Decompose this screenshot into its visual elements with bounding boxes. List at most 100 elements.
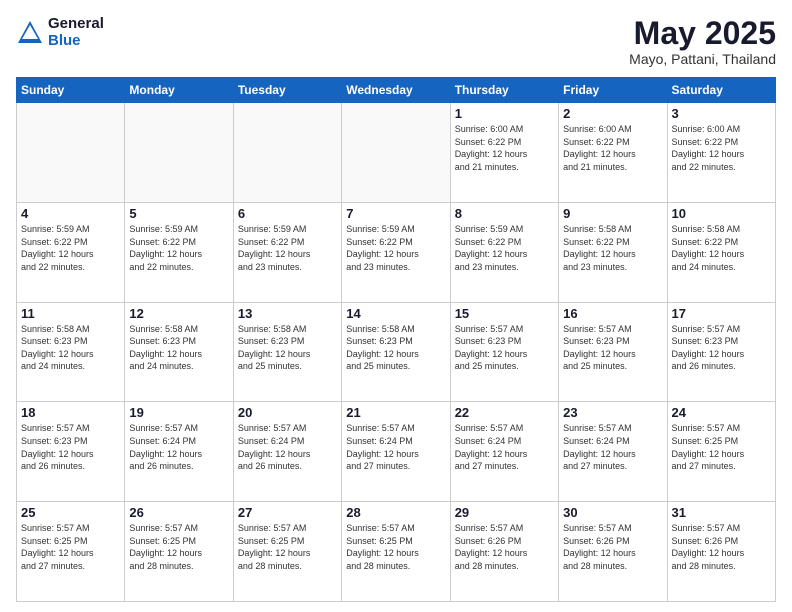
main-title: May 2025 [629,16,776,51]
calendar-day-cell: 8Sunrise: 5:59 AM Sunset: 6:22 PM Daylig… [450,202,558,302]
day-info: Sunrise: 5:57 AM Sunset: 6:24 PM Dayligh… [129,422,228,472]
day-info: Sunrise: 5:57 AM Sunset: 6:24 PM Dayligh… [238,422,337,472]
calendar-day-cell: 7Sunrise: 5:59 AM Sunset: 6:22 PM Daylig… [342,202,450,302]
calendar-day-cell: 28 Sunrise: 5:57 AM Sunset: 6:25 PM Dayli… [342,502,450,602]
calendar-day-header: Sunday [17,78,125,103]
day-number: 16 [563,306,662,321]
day-info: Sunrise: 6:00 AM Sunset: 6:22 PM Dayligh… [672,123,771,173]
calendar-day-cell: 1 Sunrise: 6:00 AM Sunset: 6:22 PM Daylig… [450,103,558,203]
day-info: Sunrise: 5:57 AM Sunset: 6:23 PM Dayligh… [21,422,120,472]
day-info: Sunrise: 5:57 AM Sunset: 6:25 PM Dayligh… [21,522,120,572]
calendar-day-cell [17,103,125,203]
day-info: Sunrise: 5:59 AM Sunset: 6:22 PM Dayligh… [21,223,120,273]
day-info: Sunrise: 5:58 AM Sunset: 6:23 PM Dayligh… [21,323,120,373]
calendar-day-cell: 30 Sunrise: 5:57 AM Sunset: 6:26 PM Dayli… [559,502,667,602]
logo-icon [16,19,44,47]
day-number: 30 [563,505,662,520]
day-info: Sunrise: 6:00 AM Sunset: 6:22 PM Dayligh… [563,123,662,173]
calendar-day-cell [125,103,233,203]
day-number: 24 [672,405,771,420]
day-info: Sunrise: 5:57 AM Sunset: 6:25 PM Dayligh… [129,522,228,572]
day-number: 17 [672,306,771,321]
calendar-day-cell: 22Sunrise: 5:57 AM Sunset: 6:24 PM Dayli… [450,402,558,502]
day-number: 15 [455,306,554,321]
day-number: 12 [129,306,228,321]
day-number: 13 [238,306,337,321]
logo: General Blue [16,16,104,49]
calendar-week-row: 25 Sunrise: 5:57 AM Sunset: 6:25 PM Dayli… [17,502,776,602]
calendar-day-cell: 13 Sunrise: 5:58 AM Sunset: 6:23 PM Dayli… [233,302,341,402]
day-info: Sunrise: 5:57 AM Sunset: 6:25 PM Dayligh… [672,422,771,472]
calendar-day-cell [233,103,341,203]
day-info: Sunrise: 5:57 AM Sunset: 6:25 PM Dayligh… [346,522,445,572]
day-number: 10 [672,206,771,221]
calendar-day-cell: 3 Sunrise: 6:00 AM Sunset: 6:22 PM Daylig… [667,103,775,203]
day-number: 29 [455,505,554,520]
day-info: Sunrise: 5:58 AM Sunset: 6:23 PM Dayligh… [346,323,445,373]
calendar-day-cell: 21Sunrise: 5:57 AM Sunset: 6:24 PM Dayli… [342,402,450,502]
calendar-day-cell: 24 Sunrise: 5:57 AM Sunset: 6:25 PM Dayli… [667,402,775,502]
header: General Blue May 2025 Mayo, Pattani, Tha… [16,16,776,67]
day-number: 4 [21,206,120,221]
logo-blue-label: Blue [48,33,104,50]
calendar-day-cell: 19 Sunrise: 5:57 AM Sunset: 6:24 PM Dayli… [125,402,233,502]
day-number: 11 [21,306,120,321]
calendar-day-cell: 6Sunrise: 5:59 AM Sunset: 6:22 PM Daylig… [233,202,341,302]
calendar-day-cell: 9Sunrise: 5:58 AM Sunset: 6:22 PM Daylig… [559,202,667,302]
calendar-week-row: 11 Sunrise: 5:58 AM Sunset: 6:23 PM Dayli… [17,302,776,402]
day-number: 25 [21,505,120,520]
calendar-table: SundayMondayTuesdayWednesdayThursdayFrid… [16,77,776,602]
logo-text: General Blue [48,16,104,49]
day-info: Sunrise: 5:59 AM Sunset: 6:22 PM Dayligh… [238,223,337,273]
calendar-week-row: 4 Sunrise: 5:59 AM Sunset: 6:22 PM Daylig… [17,202,776,302]
day-number: 2 [563,106,662,121]
day-number: 23 [563,405,662,420]
day-info: Sunrise: 5:57 AM Sunset: 6:26 PM Dayligh… [563,522,662,572]
day-number: 19 [129,405,228,420]
day-info: Sunrise: 5:57 AM Sunset: 6:26 PM Dayligh… [455,522,554,572]
calendar-day-cell: 15 Sunrise: 5:57 AM Sunset: 6:23 PM Dayli… [450,302,558,402]
day-info: Sunrise: 6:00 AM Sunset: 6:22 PM Dayligh… [455,123,554,173]
day-info: Sunrise: 5:59 AM Sunset: 6:22 PM Dayligh… [346,223,445,273]
day-info: Sunrise: 5:58 AM Sunset: 6:22 PM Dayligh… [672,223,771,273]
calendar-day-cell: 29 Sunrise: 5:57 AM Sunset: 6:26 PM Dayli… [450,502,558,602]
calendar-day-header: Friday [559,78,667,103]
day-number: 28 [346,505,445,520]
calendar-day-cell: 12 Sunrise: 5:58 AM Sunset: 6:23 PM Dayli… [125,302,233,402]
calendar-day-cell: 5Sunrise: 5:59 AM Sunset: 6:22 PM Daylig… [125,202,233,302]
calendar-day-cell: 10 Sunrise: 5:58 AM Sunset: 6:22 PM Dayli… [667,202,775,302]
title-block: May 2025 Mayo, Pattani, Thailand [629,16,776,67]
logo-general-label: General [48,16,104,33]
day-number: 18 [21,405,120,420]
calendar-day-header: Thursday [450,78,558,103]
calendar-day-cell: 2 Sunrise: 6:00 AM Sunset: 6:22 PM Daylig… [559,103,667,203]
calendar-day-cell: 23Sunrise: 5:57 AM Sunset: 6:24 PM Dayli… [559,402,667,502]
calendar-header-row: SundayMondayTuesdayWednesdayThursdayFrid… [17,78,776,103]
day-info: Sunrise: 5:57 AM Sunset: 6:23 PM Dayligh… [672,323,771,373]
calendar-day-cell: 18 Sunrise: 5:57 AM Sunset: 6:23 PM Dayli… [17,402,125,502]
calendar-day-cell: 14 Sunrise: 5:58 AM Sunset: 6:23 PM Dayli… [342,302,450,402]
day-info: Sunrise: 5:57 AM Sunset: 6:23 PM Dayligh… [455,323,554,373]
calendar-week-row: 1 Sunrise: 6:00 AM Sunset: 6:22 PM Daylig… [17,103,776,203]
day-number: 31 [672,505,771,520]
calendar-day-cell: 20 Sunrise: 5:57 AM Sunset: 6:24 PM Dayli… [233,402,341,502]
day-info: Sunrise: 5:57 AM Sunset: 6:24 PM Dayligh… [455,422,554,472]
day-info: Sunrise: 5:58 AM Sunset: 6:23 PM Dayligh… [238,323,337,373]
calendar-day-cell [342,103,450,203]
day-info: Sunrise: 5:58 AM Sunset: 6:23 PM Dayligh… [129,323,228,373]
day-number: 3 [672,106,771,121]
page: General Blue May 2025 Mayo, Pattani, Tha… [0,0,792,612]
day-info: Sunrise: 5:57 AM Sunset: 6:25 PM Dayligh… [238,522,337,572]
day-info: Sunrise: 5:57 AM Sunset: 6:23 PM Dayligh… [563,323,662,373]
calendar-day-header: Saturday [667,78,775,103]
day-number: 1 [455,106,554,121]
day-number: 27 [238,505,337,520]
day-number: 26 [129,505,228,520]
calendar-day-cell: 17 Sunrise: 5:57 AM Sunset: 6:23 PM Dayli… [667,302,775,402]
calendar-day-header: Tuesday [233,78,341,103]
calendar-day-header: Monday [125,78,233,103]
day-number: 20 [238,405,337,420]
calendar-day-header: Wednesday [342,78,450,103]
day-number: 14 [346,306,445,321]
day-info: Sunrise: 5:57 AM Sunset: 6:26 PM Dayligh… [672,522,771,572]
